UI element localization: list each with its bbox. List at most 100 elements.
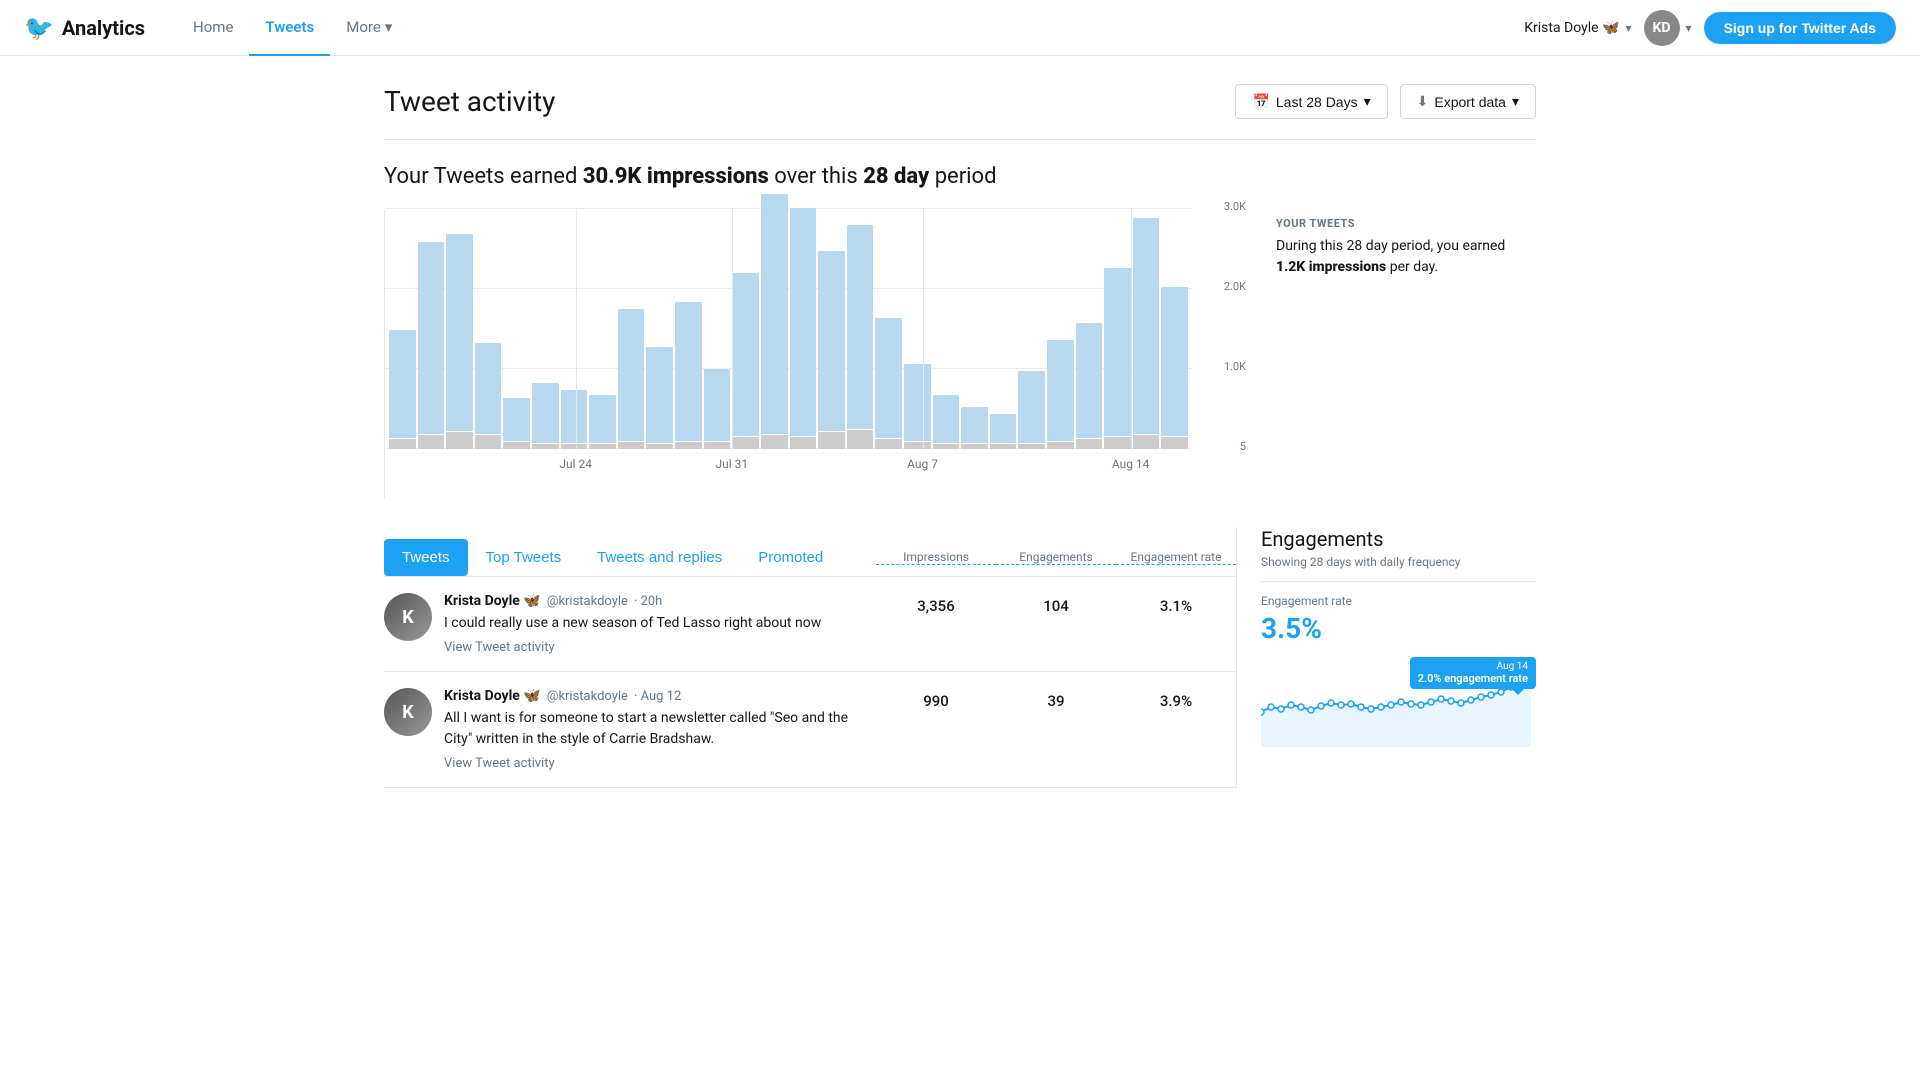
bar-group — [532, 383, 559, 449]
tabs-row: Tweets Top Tweets Tweets and replies Pro… — [384, 539, 1236, 576]
bar-group — [1161, 287, 1188, 449]
sparkline-dot — [1348, 701, 1354, 707]
tweet-content: Krista Doyle 🦋 @kristakdoyle · Aug 12 Al… — [444, 688, 864, 771]
bar-group — [475, 343, 502, 449]
bar-group — [389, 330, 416, 449]
nav-tweets[interactable]: Tweets — [249, 0, 330, 56]
main-content: Tweets Top Tweets Tweets and replies Pro… — [384, 507, 1536, 788]
bar-group — [732, 273, 759, 449]
x-axis-label: Aug 14 — [1112, 457, 1150, 471]
calendar-icon: 📅 — [1252, 93, 1269, 110]
tab-tweets-replies[interactable]: Tweets and replies — [579, 539, 740, 576]
tweet-time: · Aug 12 — [634, 689, 681, 704]
page-header: Tweet activity 📅 Last 28 Days ▾ ⬇ Export… — [384, 56, 1536, 139]
bar-group — [990, 414, 1017, 449]
engagements-subtitle: Showing 28 days with daily frequency — [1261, 555, 1536, 569]
tweet-row: K Krista Doyle 🦋 @kristakdoyle · Aug 12 … — [384, 672, 1236, 788]
avatar[interactable]: KD — [1644, 10, 1680, 46]
bar-impressions — [1104, 268, 1131, 436]
download-icon: ⬇ — [1417, 93, 1429, 110]
bar-group — [933, 395, 960, 449]
sparkline-dot — [1261, 709, 1264, 715]
user-menu[interactable]: Krista Doyle 🦋 ▾ — [1524, 20, 1631, 36]
sparkline-dot — [1428, 699, 1434, 705]
sparkline-dot — [1498, 689, 1504, 695]
date-range-button[interactable]: 📅 Last 28 Days ▾ — [1235, 84, 1387, 119]
tweet-handle: @kristakdoyle — [547, 594, 628, 609]
bar-engagements — [704, 442, 731, 449]
bar-group — [561, 390, 588, 449]
tweet-stats: 3,356 104 3.1% — [876, 593, 1236, 615]
bar-impressions — [1161, 287, 1188, 436]
bar-engagements — [875, 439, 902, 449]
tweet-impressions: 3,356 — [876, 593, 996, 615]
bar-engagements — [1047, 442, 1074, 449]
bar-engagements — [1161, 437, 1188, 449]
col-engagement-rate[interactable]: Engagement rate — [1116, 550, 1236, 565]
sparkline-dot — [1318, 703, 1324, 709]
bar-impressions — [475, 343, 502, 434]
bar-engagements — [1076, 439, 1103, 449]
chevron-down-icon: ▾ — [1364, 93, 1371, 110]
bar-impressions — [732, 273, 759, 436]
tweet-stats: 990 39 3.9% — [876, 688, 1236, 710]
bar-chart: 3.0K2.0K1.0K5Jul 24Jul 31Aug 7Aug 14 — [384, 209, 1252, 499]
x-axis-label: Jul 24 — [559, 457, 592, 471]
nav-home[interactable]: Home — [177, 0, 249, 56]
avatar-dropdown-arrow: ▾ — [1686, 21, 1692, 35]
tweet-impressions: 990 — [876, 688, 996, 710]
tab-top-tweets[interactable]: Top Tweets — [468, 539, 580, 576]
col-impressions[interactable]: Impressions — [876, 550, 996, 565]
summary-section: Your Tweets earned 30.9K impressions ove… — [384, 139, 1536, 507]
bar-impressions — [990, 414, 1017, 443]
bar-engagements — [990, 444, 1017, 449]
bar-impressions — [818, 251, 845, 431]
bar-engagements — [561, 444, 588, 449]
tabs-section: Tweets Top Tweets Tweets and replies Pro… — [384, 539, 1236, 577]
chart-divider — [576, 209, 577, 449]
bar-group — [961, 407, 988, 449]
col-engagements[interactable]: Engagements — [996, 550, 1116, 565]
tab-tweets[interactable]: Tweets — [384, 539, 468, 576]
bar-engagements — [732, 437, 759, 449]
dropdown-arrow-icon: ▾ — [1626, 21, 1632, 35]
bar-engagements — [1018, 444, 1045, 449]
view-activity-link[interactable]: View Tweet activity — [444, 756, 864, 771]
bar-group — [646, 347, 673, 449]
nav-more[interactable]: More ▾ — [330, 0, 408, 56]
bar-engagements — [475, 435, 502, 449]
bar-impressions — [589, 395, 616, 443]
bar-engagements — [1104, 437, 1131, 449]
engagement-rate-value: 3.5% — [1261, 612, 1536, 645]
sparkline-dot — [1488, 692, 1494, 698]
tab-promoted[interactable]: Promoted — [740, 539, 841, 576]
brand: 🐦 Analytics — [24, 14, 145, 42]
bar-engagements — [418, 435, 445, 449]
grid-label: 3.0K — [1224, 200, 1246, 213]
bar-engagements — [589, 444, 616, 449]
bar-engagements — [446, 432, 473, 449]
grid-label: 2.0K — [1224, 280, 1246, 293]
bar-engagements — [389, 439, 416, 449]
bar-impressions — [1018, 371, 1045, 443]
sparkline-dot — [1338, 702, 1344, 708]
your-tweets-label: YOUR TWEETS — [1276, 217, 1536, 230]
col-headers: Impressions Engagements Engagement rate — [876, 542, 1236, 573]
sparkline-dot — [1408, 701, 1414, 707]
bar-engagements — [961, 444, 988, 449]
chart-divider — [923, 209, 924, 449]
sparkline-dot — [1388, 702, 1394, 708]
sparkline-dot — [1448, 698, 1454, 704]
view-activity-link[interactable]: View Tweet activity — [444, 640, 864, 655]
export-button[interactable]: ⬇ Export data ▾ — [1400, 84, 1536, 119]
tweet-avatar: K — [384, 688, 432, 736]
bar-group — [790, 208, 817, 449]
tweet-time: · 20h — [634, 594, 662, 609]
tweet-text: I could really use a new season of Ted L… — [444, 613, 864, 634]
signup-button[interactable]: Sign up for Twitter Ads — [1704, 12, 1896, 44]
bar-group — [1076, 323, 1103, 449]
bar-impressions — [761, 194, 788, 434]
chevron-down-icon: ▾ — [1512, 93, 1519, 110]
bar-impressions — [875, 318, 902, 438]
bar-engagements — [618, 442, 645, 449]
